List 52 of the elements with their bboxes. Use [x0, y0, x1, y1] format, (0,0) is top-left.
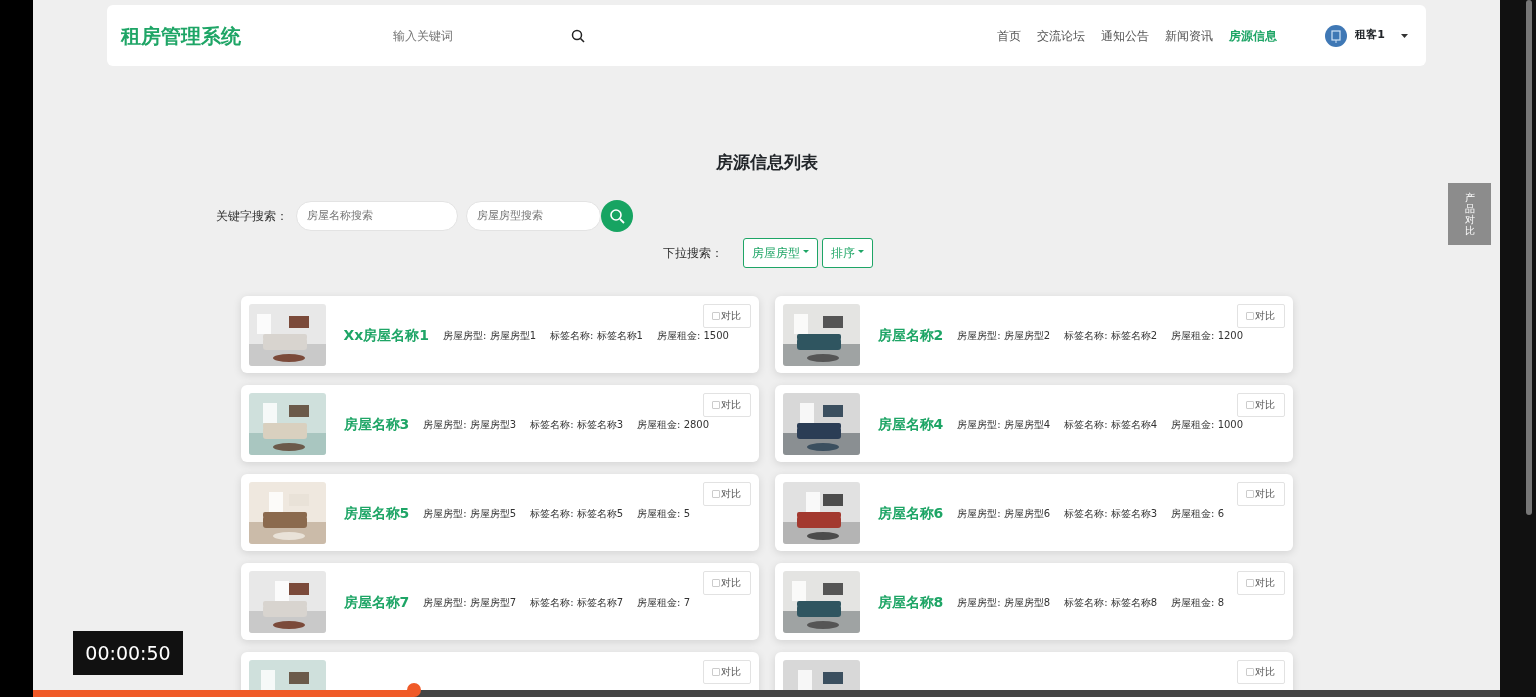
caret-icon[interactable] [1401, 33, 1408, 38]
compare-button[interactable]: 对比 [702, 659, 751, 684]
search-icon [609, 207, 625, 224]
house-rent: 房屋租金: 5 [637, 506, 690, 521]
house-tag: 标签名称: 标签名称1 [550, 327, 643, 343]
type-search-field[interactable]: 房屋房型搜索 [466, 200, 601, 231]
house-tag: 标签名称: 标签名称4 [1064, 416, 1158, 432]
house-tag: 标签名称: 标签名称7 [530, 594, 624, 610]
compare-button[interactable]: 对比 [1236, 570, 1285, 595]
user-name[interactable]: 租客1 [1355, 27, 1385, 44]
compare-button[interactable]: 对比 [702, 481, 751, 506]
house-type: 房屋房型: 房屋房型2 [957, 328, 1051, 343]
video-time: 00:00:50 [73, 631, 183, 675]
house-type: 房屋房型: 房屋房型3 [423, 417, 517, 432]
compare-button[interactable]: 对比 [702, 570, 751, 595]
compare-button[interactable]: 对比 [702, 392, 751, 417]
search-button[interactable] [601, 199, 633, 232]
compare-button[interactable]: 对比 [1236, 392, 1285, 417]
house-type: 房屋房型: 房屋房型6 [957, 506, 1051, 521]
nav-link[interactable]: 新闻资讯 [1165, 26, 1214, 45]
compare-button[interactable]: 对比 [1236, 303, 1285, 328]
name-search-field[interactable]: 房屋名称搜索 [296, 200, 458, 231]
house-type: 房屋房型: 房屋房型4 [957, 417, 1051, 432]
house-rent: 房屋租金: 1200 [1171, 328, 1244, 343]
house-rent: 房屋租金: 1500 [656, 328, 729, 343]
compare-button[interactable]: 对比 [1236, 481, 1285, 506]
house-tag: 标签名称: 标签名称3 [1064, 505, 1158, 521]
house-rent: 房屋租金: 2800 [637, 417, 710, 432]
compare-button[interactable]: 对比 [1236, 659, 1285, 684]
nav-link[interactable]: 首页 [997, 26, 1022, 45]
page-title: 房源信息列表 [714, 151, 819, 174]
house-rent: 房屋租金: 1000 [1171, 417, 1244, 432]
dropdown-label: 下拉搜索： [663, 244, 723, 262]
house-tag: 标签名称: 标签名称8 [1064, 594, 1158, 610]
nav-link[interactable]: 通知公告 [1101, 26, 1150, 45]
search-icon[interactable] [571, 28, 585, 43]
compare-button[interactable]: 对比 [702, 303, 751, 328]
house-tag: 标签名称: 标签名称5 [530, 505, 624, 521]
house-rent: 房屋租金: 8 [1171, 595, 1224, 610]
house-tag: 标签名称: 标签名称2 [1064, 327, 1158, 343]
house-type: 房屋房型: 房屋房型1 [443, 328, 536, 343]
house-tag: 标签名称: 标签名称3 [530, 416, 624, 432]
house-type: 房屋房型: 房屋房型7 [423, 595, 517, 610]
scrollbar-thumb[interactable] [1526, 0, 1532, 515]
keyword-label: 关键字搜索： [216, 207, 288, 225]
nav-link[interactable]: 交流论坛 [1037, 26, 1086, 45]
user-avatar [1325, 24, 1348, 47]
house-type: 房屋房型: 房屋房型8 [957, 595, 1051, 610]
house-type: 房屋房型: 房屋房型5 [423, 506, 517, 521]
video-progress-bar[interactable] [33, 683, 1500, 697]
house-rent: 房屋租金: 7 [637, 595, 690, 610]
house-rent: 房屋租金: 6 [1171, 506, 1224, 521]
